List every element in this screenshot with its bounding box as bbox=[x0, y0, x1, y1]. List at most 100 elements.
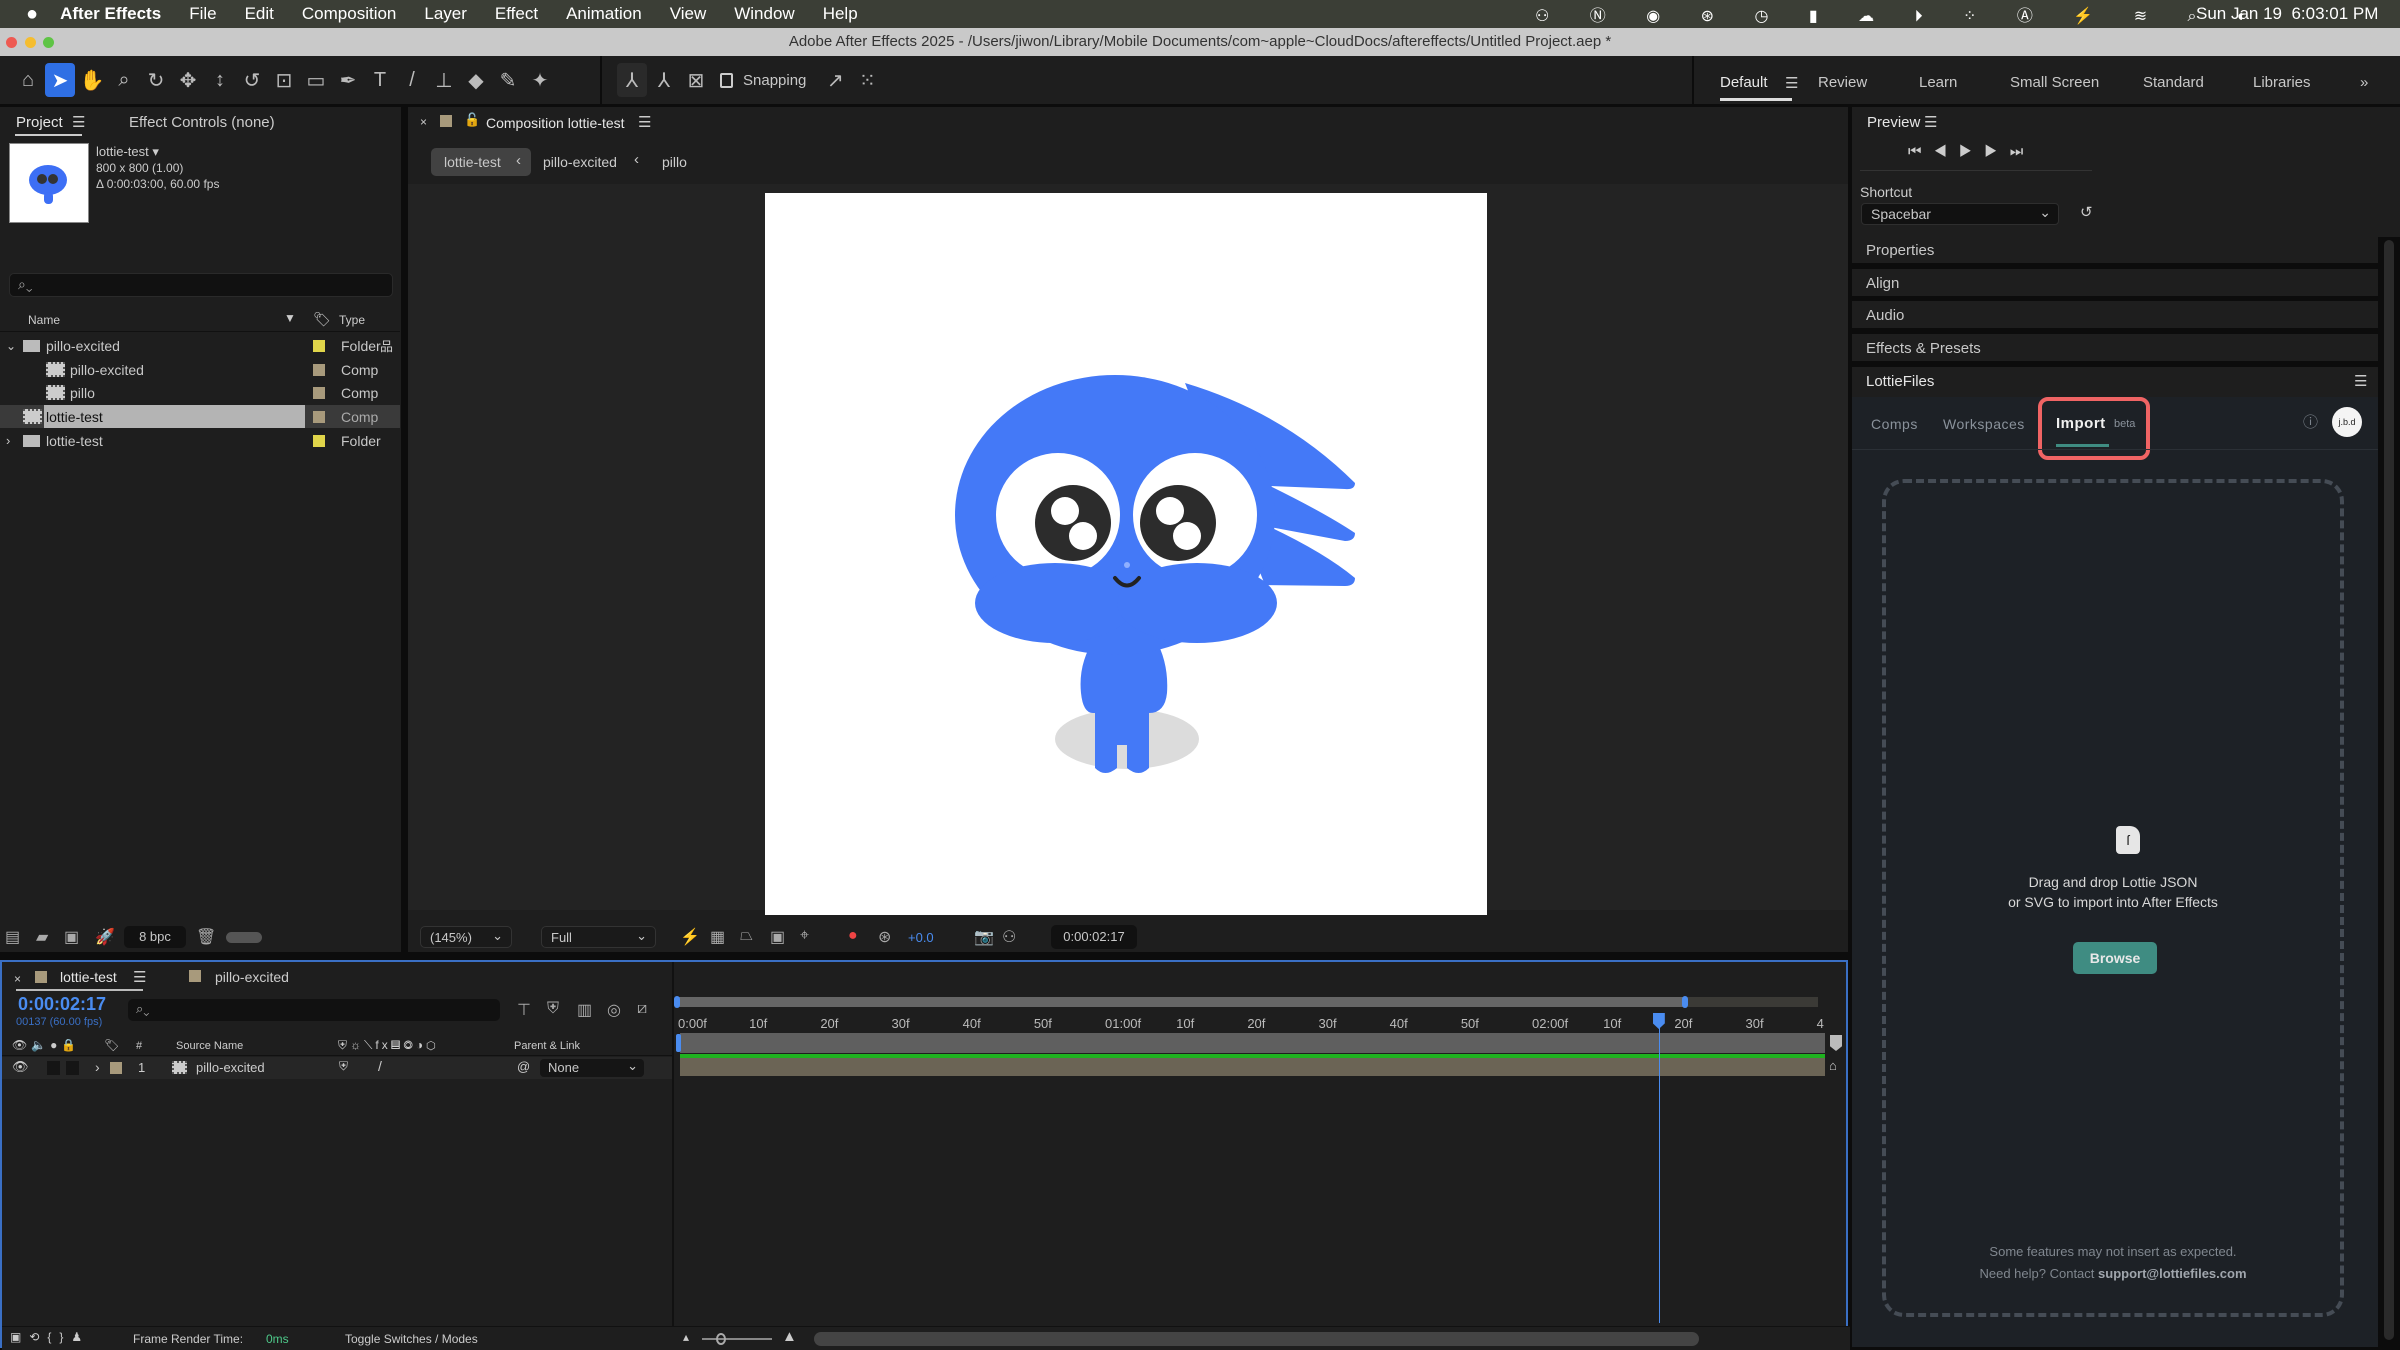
menu-help[interactable]: Help bbox=[823, 4, 858, 24]
label-swatch[interactable] bbox=[313, 386, 325, 399]
hand-tool-icon[interactable]: ✋ bbox=[77, 63, 107, 97]
pick-whip-icon[interactable]: @ bbox=[517, 1059, 530, 1074]
workspace-learn[interactable]: Learn bbox=[1919, 74, 1957, 91]
solo-switch[interactable] bbox=[66, 1061, 79, 1075]
play-icon[interactable]: ▶ bbox=[1959, 143, 1984, 160]
menu-layer[interactable]: Layer bbox=[424, 4, 467, 24]
close-window-button[interactable] bbox=[6, 37, 17, 48]
composition-menu-icon[interactable]: ☰ bbox=[638, 113, 651, 131]
navigator-end-handle[interactable] bbox=[1682, 996, 1688, 1008]
exposure-reset-icon[interactable]: ⊛ bbox=[878, 927, 891, 947]
new-folder-icon[interactable]: ▰ bbox=[36, 927, 48, 947]
tab-workspaces[interactable]: Workspaces bbox=[1943, 416, 2025, 432]
transparency-grid-icon[interactable]: ▦ bbox=[710, 927, 725, 947]
work-area-bar[interactable] bbox=[680, 1033, 1825, 1053]
support-email-link[interactable]: support@lottiefiles.com bbox=[2098, 1266, 2246, 1281]
label-tag-icon[interactable]: 🏷 bbox=[104, 1038, 119, 1052]
reset-icon[interactable]: ↺ bbox=[2080, 203, 2093, 221]
last-frame-icon[interactable]: ⏭ bbox=[2010, 143, 2036, 160]
label-swatch[interactable] bbox=[313, 434, 325, 447]
workspace-standard[interactable]: Standard bbox=[2143, 74, 2204, 91]
region-of-interest-icon[interactable]: ▣ bbox=[770, 927, 785, 947]
frame-blending-icon[interactable]: ▥ bbox=[577, 1000, 592, 1020]
help-icon[interactable]: ⓘ bbox=[2303, 411, 2318, 432]
column-source-name[interactable]: Source Name bbox=[176, 1040, 243, 1052]
previous-frame-icon[interactable]: ◀ bbox=[1934, 143, 1959, 160]
project-item-comp-pillo[interactable]: pillo Comp bbox=[0, 381, 400, 404]
workspace-small-screen[interactable]: Small Screen bbox=[2010, 74, 2099, 91]
workspace-default[interactable]: Default bbox=[1720, 74, 1768, 91]
rotate-tool-icon[interactable]: ↺ bbox=[237, 63, 267, 97]
project-item-comp-lottie-test-selected[interactable]: lottie-test Comp bbox=[0, 405, 400, 428]
menu-app[interactable]: After Effects bbox=[60, 4, 161, 24]
current-time-display[interactable]: 0:00:02:17 bbox=[1051, 925, 1137, 949]
menu-effect[interactable]: Effect bbox=[495, 4, 538, 24]
timeline-search-input[interactable]: ⌕⌄ bbox=[128, 999, 500, 1021]
selected-item-name[interactable]: lottie-test ▾ bbox=[96, 144, 159, 160]
zoom-out-icon[interactable]: ▴ bbox=[683, 1330, 689, 1344]
tab-import[interactable]: Import bbox=[2056, 415, 2106, 432]
current-time[interactable]: 0:00:02:17 bbox=[18, 994, 106, 1015]
project-menu-icon[interactable]: ☰ bbox=[72, 113, 85, 131]
roto-brush-icon[interactable]: ✎ bbox=[493, 63, 523, 97]
lottiefiles-menu-icon[interactable]: ☰ bbox=[2354, 372, 2367, 390]
section-properties[interactable]: Properties bbox=[1852, 236, 2378, 266]
exposure-value[interactable]: +0.0 bbox=[908, 930, 934, 945]
toggle-switches-modes-button[interactable]: Toggle Switches / Modes bbox=[345, 1332, 478, 1346]
tab-project[interactable]: Project bbox=[16, 114, 63, 131]
timeline-menu-icon[interactable]: ☰ bbox=[133, 968, 146, 986]
label-swatch[interactable] bbox=[313, 410, 325, 423]
menu-animation[interactable]: Animation bbox=[566, 4, 642, 24]
snapshot-camera-icon[interactable]: 📷 bbox=[974, 927, 994, 947]
layer-row[interactable]: 👁 › 1 pillo-excited ⛨ / @ None ⌄ bbox=[2, 1057, 672, 1079]
menu-composition[interactable]: Composition bbox=[302, 4, 397, 24]
graph-editor-icon[interactable]: ⧄ bbox=[637, 1000, 647, 1018]
tab-effect-controls[interactable]: Effect Controls (none) bbox=[129, 114, 275, 131]
trash-icon[interactable]: 🗑 bbox=[196, 927, 216, 947]
minimize-window-button[interactable] bbox=[25, 37, 36, 48]
resolution-dropdown[interactable]: Full ⌄ bbox=[541, 926, 656, 948]
draft-3d-icon[interactable]: ⛨ bbox=[547, 1000, 559, 1018]
orbit-tool-icon[interactable]: ↻ bbox=[141, 63, 171, 97]
pen-tool-icon[interactable]: ✒ bbox=[333, 63, 363, 97]
navigator-start-handle[interactable] bbox=[674, 996, 680, 1008]
expand-chevron-icon[interactable]: ⌄ bbox=[6, 339, 16, 353]
menu-file[interactable]: File bbox=[189, 4, 216, 24]
project-search-input[interactable]: ⌕⌄ bbox=[9, 273, 393, 297]
layer-name[interactable]: pillo-excited bbox=[196, 1060, 265, 1075]
axis-world-icon[interactable]: ⅄ bbox=[649, 63, 679, 97]
workspace-libraries[interactable]: Libraries bbox=[2253, 74, 2311, 91]
zoom-slider[interactable] bbox=[702, 1333, 772, 1345]
magnification-dropdown[interactable]: (145%) ⌄ bbox=[420, 926, 512, 948]
timeline-footer-icons[interactable]: ▣⟲{}♟ bbox=[10, 1330, 90, 1344]
interpret-footage-icon[interactable]: ▤ bbox=[5, 927, 20, 947]
user-avatar[interactable]: j.b.d bbox=[2332, 407, 2362, 437]
mask-path-icon[interactable]: ⏢ bbox=[740, 927, 753, 945]
section-audio[interactable]: Audio bbox=[1852, 301, 2378, 331]
axis-local-icon[interactable]: ⅄ bbox=[617, 63, 647, 97]
sort-chevron-icon[interactable]: ▼ bbox=[284, 311, 296, 325]
next-frame-icon[interactable]: ▶ bbox=[1984, 143, 2009, 160]
home-icon[interactable]: ⌂ bbox=[13, 63, 43, 97]
zoom-in-icon[interactable]: ▲ bbox=[782, 1328, 797, 1345]
collapse-chevron-icon[interactable]: › bbox=[6, 433, 10, 448]
browse-button[interactable]: Browse bbox=[2073, 942, 2157, 974]
render-queue-icon[interactable]: 🚀 bbox=[95, 927, 115, 947]
column-type[interactable]: Type bbox=[339, 313, 365, 327]
bit-depth-button[interactable]: 8 bpc bbox=[124, 926, 186, 948]
clone-stamp-icon[interactable]: ⊥ bbox=[429, 63, 459, 97]
menu-view[interactable]: View bbox=[670, 4, 707, 24]
menu-window[interactable]: Window bbox=[734, 4, 794, 24]
workspace-menu-icon[interactable]: ☰ bbox=[1785, 74, 1798, 92]
menu-edit[interactable]: Edit bbox=[245, 4, 274, 24]
project-item-folder-pillo-excited[interactable]: ⌄ pillo-excited Folder 品 bbox=[0, 334, 400, 357]
project-item-folder-lottie-test[interactable]: › lottie-test Folder bbox=[0, 429, 400, 452]
layer-expand-chevron-icon[interactable]: › bbox=[95, 1059, 100, 1075]
preview-menu-icon[interactable]: ☰ bbox=[1924, 113, 1937, 131]
workspace-review[interactable]: Review bbox=[1818, 74, 1867, 91]
thumbnail-slider[interactable] bbox=[226, 932, 262, 943]
guides-icon[interactable]: ⌖ bbox=[800, 927, 809, 945]
breadcrumb-pillo-excited[interactable]: pillo-excited bbox=[543, 154, 617, 170]
section-lottiefiles[interactable]: LottieFiles bbox=[1852, 367, 2378, 397]
clock[interactable]: Sun Jan 19 6:03:01 PM bbox=[2196, 4, 2378, 24]
